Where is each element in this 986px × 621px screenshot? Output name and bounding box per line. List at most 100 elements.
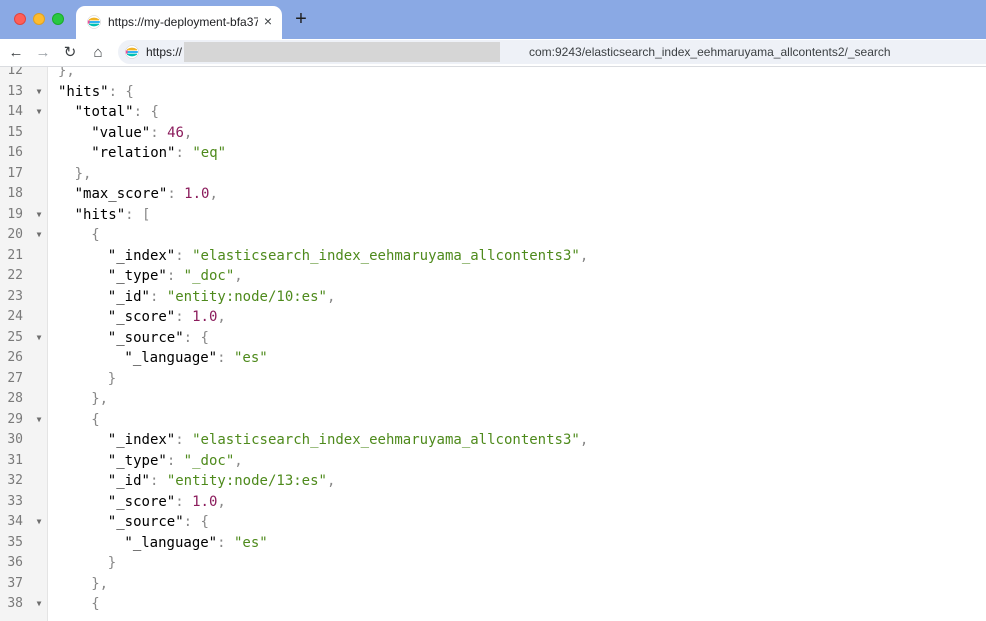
line-number: 33 [7, 493, 23, 509]
code-line: 14 ▼ "total": { [0, 102, 986, 123]
code-text: { [91, 410, 99, 431]
line-number: 12 [7, 67, 23, 78]
code-text: "_index": "elasticsearch_index_eehmaruya… [108, 246, 588, 267]
fold-toggle-icon[interactable]: ▼ [34, 410, 44, 431]
code-line: 29 ▼ { [0, 410, 986, 431]
code-text: }, [58, 67, 75, 82]
json-key: "_language" [124, 350, 218, 366]
line-number: 22 [7, 268, 23, 283]
json-key: "_index" [107, 247, 176, 264]
json-key: "_source" [107, 329, 184, 346]
code-text: "_source": { [108, 328, 209, 349]
code-line: 26 "_language": "es" [0, 348, 986, 369]
line-number: 31 [7, 452, 23, 468]
json-punctuation: , [217, 309, 226, 325]
line-number: 27 [7, 370, 23, 386]
url-redacted-block [184, 42, 500, 62]
window-minimize-button[interactable] [33, 13, 45, 25]
json-viewer: 12}, 13 ▼ "hits": {14 ▼ "total": {15 "value": … [0, 67, 986, 621]
fold-toggle-icon[interactable]: ▼ [34, 205, 44, 226]
line-number: 17 [7, 165, 23, 181]
code-line: 23 "_id": "entity:node/10:es", [0, 287, 986, 308]
fold-toggle-icon[interactable]: ▼ [34, 102, 44, 123]
fold-toggle-icon[interactable]: ▼ [34, 512, 44, 533]
json-key: "_language" [124, 534, 218, 551]
code-line: 16 "relation": "eq" [0, 143, 986, 164]
json-key: "_source" [107, 514, 184, 530]
code-line: 17}, [0, 164, 986, 185]
json-punctuation: : [166, 452, 184, 469]
browser-toolbar: ← → ↻ ⌂ https:// com:9243/elasticsearch_… [0, 39, 986, 67]
line-number: 32 [7, 473, 23, 488]
code-line: 25 ▼ "_source": { [0, 328, 986, 349]
json-string: "es" [233, 534, 268, 551]
code-text: "total": { [75, 102, 159, 123]
code-text: } [108, 369, 116, 390]
code-line: 36} [0, 553, 986, 574]
fold-toggle-icon[interactable]: ▼ [34, 225, 44, 246]
json-punctuation: : [175, 309, 193, 325]
home-icon[interactable]: ⌂ [89, 44, 107, 62]
line-number: 18 [7, 186, 23, 201]
new-tab-icon[interactable]: + [291, 9, 311, 29]
code-line: 15 "value": 46, [0, 123, 986, 144]
elastic-logo-icon [125, 45, 139, 59]
json-key: "max_score" [74, 186, 168, 202]
json-punctuation: : [175, 247, 193, 264]
code-text: "_language": "es" [124, 533, 267, 554]
code-line: 22 "_type": "_doc", [0, 266, 986, 287]
code-line: 19 ▼ "hits": [ [0, 205, 986, 226]
forward-arrow-icon[interactable]: → [34, 44, 52, 62]
browser-tab-active[interactable]: https://my-deployment-bfa37b × [76, 6, 282, 39]
reload-icon[interactable]: ↻ [61, 44, 79, 62]
code-text: } [108, 553, 116, 574]
code-text: "_score": 1.0, [108, 307, 226, 328]
window-maximize-button[interactable] [52, 13, 64, 25]
code-text: "_id": "entity:node/10:es", [108, 287, 336, 308]
json-punctuation: , [579, 432, 589, 448]
json-punctuation: : [175, 145, 193, 161]
json-punctuation: : [217, 350, 234, 366]
code-text: "_score": 1.0, [108, 492, 226, 513]
code-line: 35 "_language": "es" [0, 533, 986, 554]
json-punctuation: }, [91, 391, 109, 407]
code-line: 18 "max_score": 1.0, [0, 184, 986, 205]
fold-toggle-icon[interactable]: ▼ [34, 328, 44, 349]
json-string: "entity:node/13:es" [166, 473, 327, 489]
window-close-button[interactable] [14, 13, 26, 25]
line-number: 30 [7, 432, 23, 447]
code-text: "relation": "eq" [91, 143, 226, 164]
json-punctuation: { [91, 596, 100, 612]
code-text: "_source": { [108, 512, 209, 533]
json-punctuation: , [326, 473, 336, 489]
json-punctuation: { [91, 411, 100, 428]
json-key: "relation" [91, 145, 176, 161]
json-punctuation: }, [74, 165, 92, 182]
fold-toggle-icon[interactable]: ▼ [34, 82, 44, 103]
fold-toggle-icon[interactable]: ▼ [34, 594, 44, 615]
code-line: 20 ▼ { [0, 225, 986, 246]
tab-close-icon[interactable]: × [260, 13, 276, 29]
json-punctuation: : [149, 473, 167, 489]
json-punctuation: : [149, 288, 167, 305]
code-line: 33 "_score": 1.0, [0, 492, 986, 513]
line-number: 25 [7, 329, 23, 345]
json-punctuation: , [579, 247, 589, 264]
line-number: 38 [7, 596, 23, 611]
line-number: 35 [7, 534, 23, 550]
code-line: 32 "_id": "entity:node/13:es", [0, 471, 986, 492]
line-number: 19 [7, 206, 23, 222]
json-punctuation: , [234, 452, 243, 469]
back-arrow-icon[interactable]: ← [7, 44, 25, 62]
code-line: 34 ▼ "_source": { [0, 512, 986, 533]
json-punctuation: : [166, 268, 184, 284]
line-number: 14 [7, 104, 23, 119]
line-number: 16 [7, 145, 23, 160]
json-number: 1.0 [184, 186, 210, 202]
address-bar[interactable]: https:// com:9243/elasticsearch_index_ee… [118, 40, 986, 64]
code-line: 12}, [0, 67, 986, 82]
line-number: 20 [7, 227, 23, 242]
line-number: 26 [7, 350, 23, 365]
code-line: 21 "_index": "elasticsearch_index_eehmaru… [0, 246, 986, 267]
json-string: "_doc" [183, 452, 235, 469]
